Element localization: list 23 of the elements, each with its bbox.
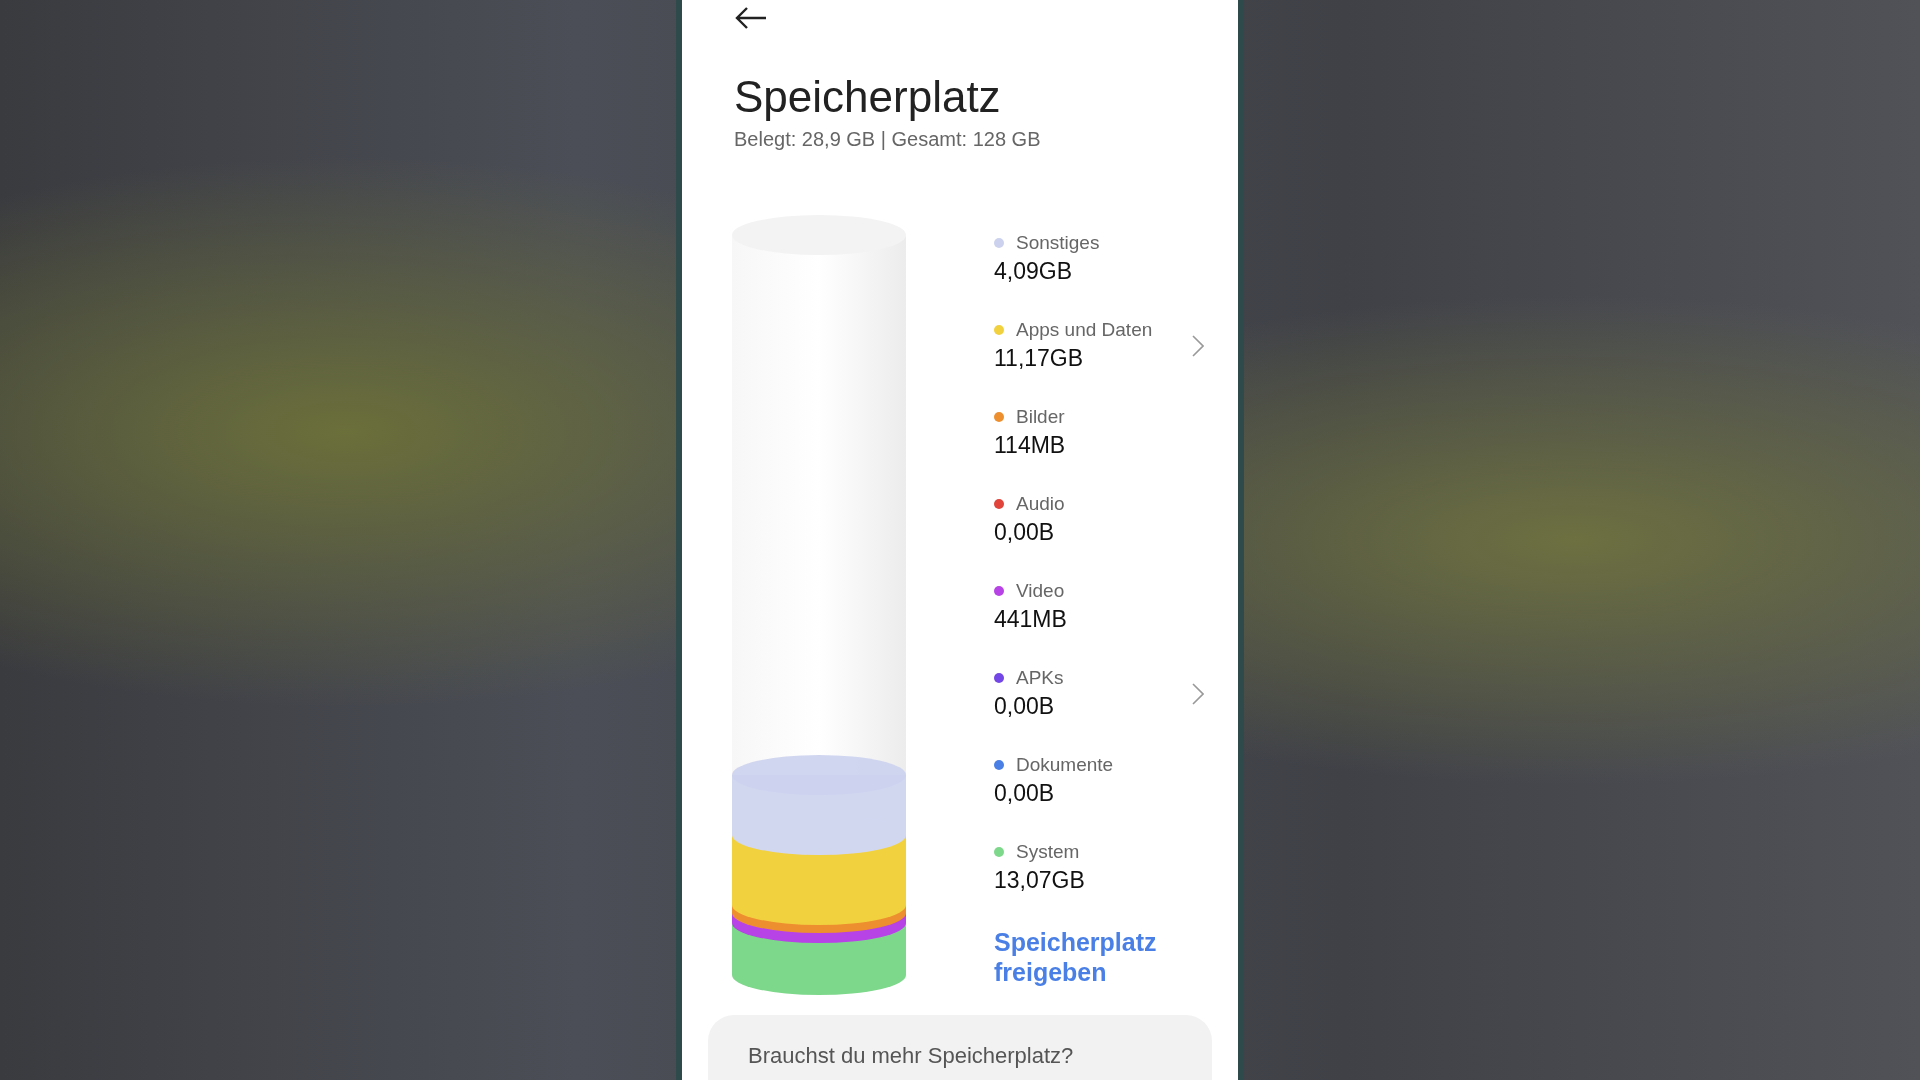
chevron-right-icon[interactable] [1192, 334, 1204, 357]
category-size: 441MB [994, 606, 1068, 633]
category-label: Bilder [1016, 406, 1065, 428]
category-size: 13,07GB [994, 867, 1086, 894]
category-size: 114MB [994, 432, 1067, 459]
category-label: Sonstiges [1016, 232, 1100, 254]
category-size: 0,00B [994, 693, 1056, 720]
category-size: 0,00B [994, 519, 1056, 546]
category-size: 4,09GB [994, 258, 1073, 285]
chevron-right-icon[interactable] [1192, 682, 1204, 705]
category-label: System [1016, 841, 1080, 863]
category-label: APKs [1016, 667, 1064, 689]
category-size: 0,00B [994, 780, 1056, 807]
promo-text: Brauchst du mehr Speicherplatz? [748, 1043, 1075, 1069]
storage-summary: Belegt: 28,9 GB | Gesamt: 128 GB [734, 128, 1042, 151]
category-size: 11,17GB [994, 345, 1085, 372]
category-label: Audio [1016, 493, 1065, 515]
free-up-storage-link[interactable]: Speicherplatz freigeben [994, 927, 1174, 987]
page-title: Speicherplatz [734, 72, 1002, 122]
back-arrow-icon[interactable] [734, 6, 768, 30]
category-label: Video [1016, 580, 1065, 602]
category-label: Apps und Daten [1016, 319, 1153, 341]
category-label: Dokumente [1016, 754, 1114, 776]
